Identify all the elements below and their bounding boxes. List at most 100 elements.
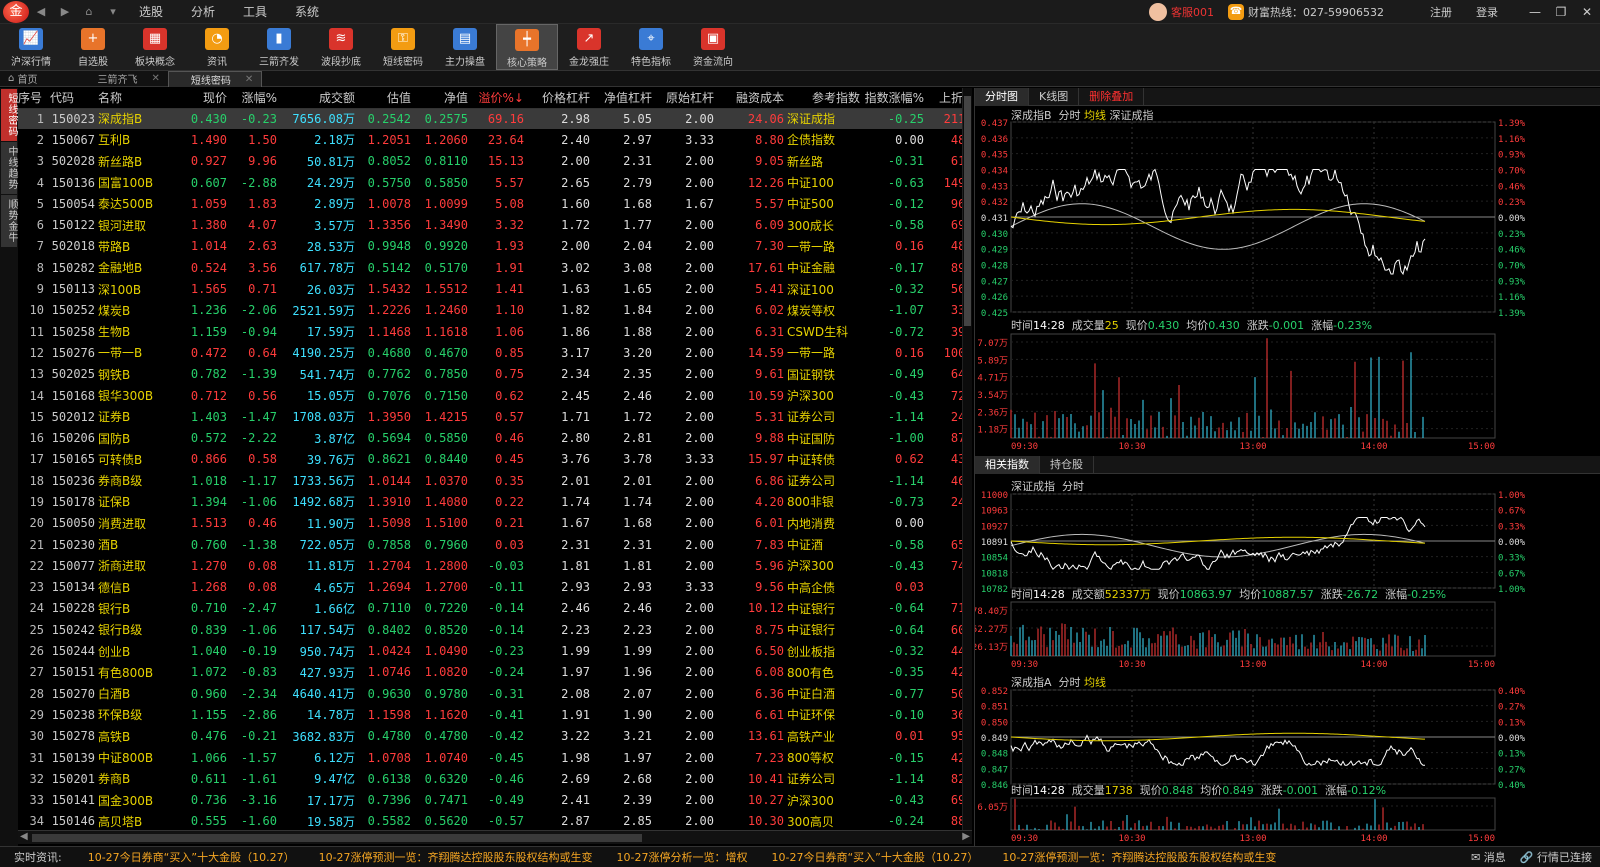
register-link[interactable]: 注册	[1430, 4, 1452, 20]
close-tab-icon[interactable]: ✕	[152, 73, 160, 84]
vertical-scrollbar[interactable]	[962, 88, 972, 830]
chart1-price[interactable]: 0.437 1.39% 0.436 1.16% 0.435 0.93% 0.434 0.70%…	[975, 118, 1600, 318]
table-row[interactable]: 1 150023 深成指B 0.430 -0.23 7656.08万 0.2542 0.257…	[18, 108, 962, 130]
menu-system[interactable]: 系统	[281, 0, 333, 24]
toolbar-button-11[interactable]: ▣ 资金流向	[682, 24, 744, 70]
tab-holdings[interactable]: 持仓股	[1040, 455, 1094, 474]
table-row[interactable]: 28 150270 白酒B 0.960 -2.34 4640.41万 0.9630 0.978…	[18, 683, 962, 704]
side-tab-short[interactable]: 短线密码	[1, 89, 17, 141]
toolbar-button-4[interactable]: ▮ 三箭齐发	[248, 24, 310, 70]
column-header[interactable]: 成交额	[280, 88, 358, 109]
table-row[interactable]: 29 150238 环保B级 1.155 -2.86 14.78万 1.1598 1.1620…	[18, 704, 962, 725]
column-header[interactable]: 名称	[98, 88, 178, 109]
table-row[interactable]: 14 150168 银华300B 0.712 0.56 15.05万 0.7076 0.715…	[18, 385, 962, 406]
table-row[interactable]: 16 150206 国防B 0.572 -2.22 3.87亿 0.5694 0.5850 0.…	[18, 427, 962, 448]
table-row[interactable]: 24 150228 银行B 0.710 -2.47 1.66亿 0.7110 0.7220 -0…	[18, 598, 962, 619]
table-row[interactable]: 19 150178 证保B 1.394 -1.06 1492.68万 1.3910 1.408…	[18, 491, 962, 512]
restore-icon[interactable]: ❐	[1548, 5, 1574, 19]
minimize-icon[interactable]: —	[1522, 5, 1548, 19]
table-row[interactable]: 26 150244 创业B 1.040 -0.19 950.74万 1.0424 1.0490…	[18, 640, 962, 661]
back-arrow-icon[interactable]: ◀	[29, 2, 53, 22]
column-header[interactable]: 溢价%↓	[471, 88, 527, 109]
side-tab-mid[interactable]: 中线趋势	[1, 142, 17, 194]
table-row[interactable]: 20 150050 消费进取 1.513 0.46 11.90万 1.5098 1.5100 0…	[18, 513, 962, 534]
side-tab-trend[interactable]: 顺势金牛	[1, 195, 17, 247]
toolbar-button-2[interactable]: ▦ 板块概念	[124, 24, 186, 70]
table-row[interactable]: 22 150077 浙商进取 1.270 0.08 11.81万 1.2704 1.2800 -…	[18, 555, 962, 576]
tab-kline[interactable]: K线图	[1029, 87, 1080, 106]
table-row[interactable]: 13 502025 钢铁B 0.782 -1.39 541.74万 0.7762 0.7850…	[18, 364, 962, 385]
user-name[interactable]: 客服001	[1171, 4, 1214, 20]
table-row[interactable]: 8 150282 金融地B 0.524 3.56 617.78万 0.5142 0.5170 1…	[18, 257, 962, 278]
scroll-thumb[interactable]	[964, 96, 971, 326]
table-row[interactable]: 11 150258 生物B 1.159 -0.94 17.59万 1.1468 1.1618 1…	[18, 321, 962, 342]
column-header[interactable]: 估值	[358, 88, 414, 109]
table-row[interactable]: 2 150067 互利B 1.490 1.50 2.18万 1.2051 1.2060 23.6…	[18, 129, 962, 150]
scroll-thumb[interactable]	[32, 834, 642, 842]
dropdown-arrow-icon[interactable]: ▾	[101, 2, 125, 22]
toolbar-button-5[interactable]: ≋ 波段抄底	[310, 24, 372, 70]
toolbar-button-7[interactable]: ▤ 主力操盘	[434, 24, 496, 70]
horizontal-scrollbar[interactable]: ◀ ▶	[18, 830, 972, 844]
column-header[interactable]: 原始杠杆	[655, 88, 717, 109]
close-icon[interactable]: ✕	[1574, 5, 1600, 19]
scroll-left-icon[interactable]: ◀	[20, 831, 28, 842]
table-row[interactable]: 9 150113 深100B 1.565 0.71 26.03万 1.5432 1.5512 1…	[18, 278, 962, 299]
column-header[interactable]: 上折差距	[927, 88, 962, 109]
column-header[interactable]: 净值杠杆	[593, 88, 655, 109]
ticker-item[interactable]: 10-27涨停预测一览：齐翔腾达控股股东股权结构或生变	[990, 849, 1288, 865]
toolbar-button-3[interactable]: ◔ 资讯	[186, 24, 248, 70]
table-row[interactable]: 12 150276 一带一B 0.472 0.64 4190.25万 0.4680 0.467…	[18, 342, 962, 363]
login-link[interactable]: 登录	[1476, 4, 1498, 20]
column-header[interactable]: 融资成本	[717, 88, 787, 109]
table-row[interactable]: 30 150278 高铁B 0.476 -0.21 3682.83万 0.4780 0.478…	[18, 726, 962, 747]
table-row[interactable]: 34 150146 高贝塔B 0.555 -1.60 19.58万 0.5582 0.5620…	[18, 811, 962, 830]
column-header[interactable]: 价格杠杆	[527, 88, 593, 109]
table-row[interactable]: 5 150054 泰达500B 1.059 1.83 2.89万 1.0078 1.0099 5…	[18, 193, 962, 214]
connection-status[interactable]: 🔗 行情已连接	[1520, 849, 1592, 865]
toolbar-button-6[interactable]: ⚿ 短线密码	[372, 24, 434, 70]
table-row[interactable]: 31 150139 中证800B 1.066 -1.57 6.12万 1.0708 1.074…	[18, 747, 962, 768]
toolbar-button-10[interactable]: ⌖ 特色指标	[620, 24, 682, 70]
tab-home[interactable]: ⌂ 首页	[0, 71, 46, 87]
menu-analysis[interactable]: 分析	[177, 0, 229, 24]
home-icon[interactable]: ⌂	[77, 2, 101, 22]
table-row[interactable]: 3 502028 新丝路B 0.927 9.96 50.81万 0.8052 0.8110 15…	[18, 151, 962, 172]
ticker-item[interactable]: 10-27涨停预测一览：齐翔腾达控股股东股权结构或生变	[307, 849, 605, 865]
toolbar-button-0[interactable]: 📈 沪深行情	[0, 24, 62, 70]
toolbar-button-8[interactable]: ┿ 核心策略	[496, 24, 558, 70]
menu-select-stock[interactable]: 选股	[125, 0, 177, 24]
table-row[interactable]: 25 150242 银行B级 0.839 -1.06 117.54万 0.8402 0.852…	[18, 619, 962, 640]
table-row[interactable]: 32 150201 券商B 0.611 -1.61 9.47亿 0.6138 0.6320 -0…	[18, 768, 962, 789]
chart3-volume[interactable]: 6.05万 09:30 10:30 13:00 14:00 15:00	[975, 796, 1600, 844]
ticker-item[interactable]: 10-27今日券商“买入”十大金股（10.27）	[760, 849, 991, 865]
chart2-price[interactable]: 11000 1.00% 10963 0.67% 10927 0.33% 10891 0.00%…	[975, 490, 1600, 592]
chart1-volume[interactable]: 7.07万 5.89万 4.71万 3.54万 2.36万 1.18万09:30 10:30…	[975, 332, 1600, 452]
tab-sanjian[interactable]: 三箭齐飞 ✕	[90, 71, 168, 87]
message-button[interactable]: ✉ 消息	[1471, 849, 1506, 865]
scroll-right-icon[interactable]: ▶	[962, 831, 970, 842]
column-header[interactable]: 涨幅%	[230, 88, 280, 109]
column-header[interactable]: 指数涨幅%	[863, 88, 927, 109]
tab-remove-overlay[interactable]: 删除叠加	[1079, 87, 1145, 106]
table-row[interactable]: 18 150236 券商B级 1.018 -1.17 1733.56万 1.0144 1.03…	[18, 470, 962, 491]
table-row[interactable]: 7 502018 带路B 1.014 2.63 28.53万 0.9948 0.9920 1.9…	[18, 236, 962, 257]
table-row[interactable]: 17 150165 可转债B 0.866 0.58 39.76万 0.8621 0.8440 0…	[18, 449, 962, 470]
table-row[interactable]: 23 150134 德信B 1.268 0.08 4.65万 1.2694 1.2700 -0.…	[18, 577, 962, 598]
column-header[interactable]: 现价	[178, 88, 230, 109]
column-header[interactable]: 序号	[18, 88, 50, 109]
tab-related-index[interactable]: 相关指数	[975, 455, 1040, 474]
toolbar-button-9[interactable]: ↗ 金龙强庄	[558, 24, 620, 70]
table-row[interactable]: 15 502012 证券B 1.403 -1.47 1708.03万 1.3950 1.421…	[18, 406, 962, 427]
column-header[interactable]: 净值	[414, 88, 471, 109]
tab-timeshare[interactable]: 分时图	[975, 87, 1029, 106]
toolbar-button-1[interactable]: + 自选股	[62, 24, 124, 70]
tab-short-code[interactable]: 短线密码 ✕	[167, 70, 263, 87]
table-row[interactable]: 10 150252 煤炭B 1.236 -2.06 2521.59万 1.2226 1.246…	[18, 300, 962, 321]
chart2-volume[interactable]: 78.40万 52.27万 26.13万09:30 10:30 13:00 14:00 15…	[975, 600, 1600, 670]
table-row[interactable]: 6 150122 银河进取 1.380 4.07 3.57万 1.3356 1.3490 3.3…	[18, 214, 962, 235]
chart3-price[interactable]: 0.852 0.40% 0.851 0.27% 0.850 0.13% 0.849 0.00%…	[975, 686, 1600, 788]
ticker-item[interactable]: 10-27今日券商“买入”十大金股（10.27）	[76, 849, 307, 865]
table-row[interactable]: 33 150141 国金300B 0.736 -3.16 17.17万 0.7396 0.74…	[18, 790, 962, 811]
menu-tools[interactable]: 工具	[229, 0, 281, 24]
